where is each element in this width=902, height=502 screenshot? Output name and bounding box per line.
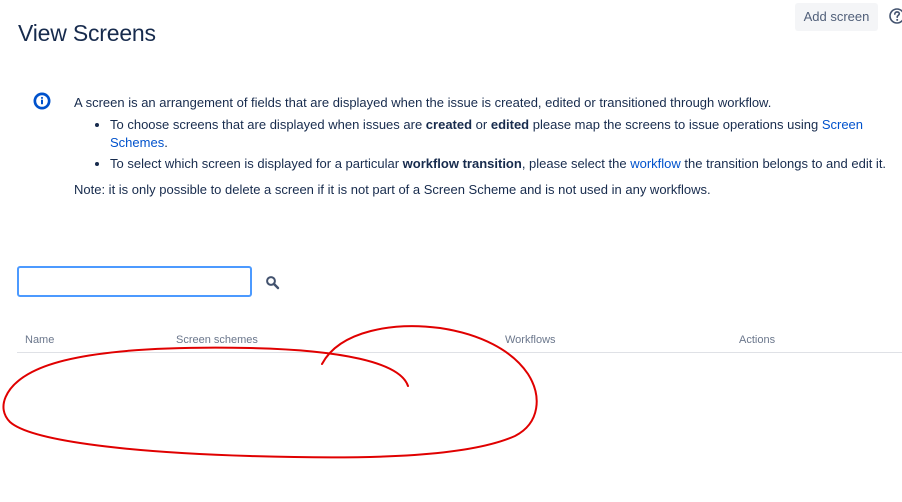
info-note: Note: it is only possible to delete a sc…	[74, 182, 711, 197]
bullet1-text-3: please map the screens to issue operatio…	[529, 117, 822, 132]
search-input[interactable]	[17, 266, 252, 297]
red-hand-drawn-annotation	[2, 325, 538, 459]
bullet2-text-1: To select which screen is displayed for …	[110, 156, 403, 171]
bullet1-bold-created: created	[425, 117, 473, 132]
column-header-workflows: Workflows	[505, 334, 556, 346]
bullet1-text-1: To choose screens that are displayed whe…	[110, 117, 426, 132]
info-bullet-workflow: To select which screen is displayed for …	[110, 155, 894, 173]
help-icon[interactable]	[888, 7, 902, 25]
workflow-link[interactable]: workflow	[630, 156, 681, 171]
page-title: View Screens	[18, 20, 156, 47]
column-header-screen-schemes: Screen schemes	[176, 334, 258, 346]
table-header: Name Screen schemes Workflows Actions	[17, 330, 902, 353]
info-icon	[33, 92, 51, 110]
bullet2-text-2: , please select the	[521, 156, 631, 171]
column-header-name: Name	[25, 334, 55, 346]
bullet1-text-2: or	[472, 117, 491, 132]
info-list: To choose screens that are displayed whe…	[74, 116, 894, 173]
search-icon[interactable]	[265, 275, 280, 290]
bullet1-bold-edited: edited	[490, 117, 530, 132]
info-bullet-screen-schemes: To choose screens that are displayed whe…	[110, 116, 894, 152]
bullet2-text-3: the transition belongs to and edit it.	[680, 156, 887, 171]
bullet1-text-4: .	[164, 135, 168, 150]
add-screen-button[interactable]: Add screen	[795, 3, 878, 31]
info-intro: A screen is an arrangement of fields tha…	[74, 95, 772, 110]
info-text: A screen is an arrangement of fields tha…	[74, 94, 894, 199]
bullet2-bold-workflow-transition: workflow transition	[402, 156, 522, 171]
column-header-actions: Actions	[739, 334, 776, 346]
